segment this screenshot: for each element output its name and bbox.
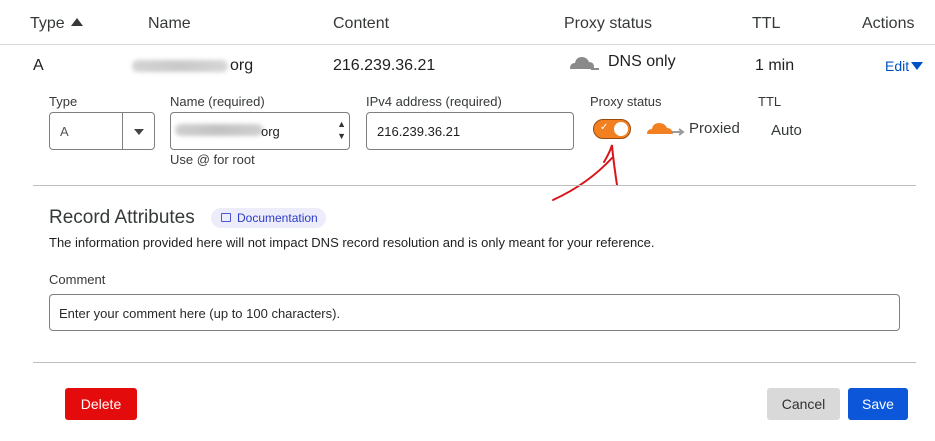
name-input[interactable]: org ▲ ▼ — [170, 112, 350, 150]
ipv4-label: IPv4 address (required) — [366, 94, 502, 109]
record-proxy-status-text: DNS only — [608, 53, 676, 70]
record-ttl: 1 min — [755, 57, 795, 74]
select-divider — [122, 113, 123, 149]
chevron-down-icon — [911, 62, 924, 70]
proxy-toggle[interactable]: ✓ — [593, 119, 631, 139]
column-header-content[interactable]: Content — [333, 15, 389, 33]
type-label: Type — [49, 94, 78, 109]
record-type: A — [33, 57, 44, 74]
record-name-suffix: org — [230, 57, 254, 74]
comment-input[interactable]: Enter your comment here (up to 100 chara… — [49, 294, 900, 331]
record-proxy-status: DNS only — [566, 52, 676, 72]
edit-button-label: Edit — [885, 58, 910, 74]
type-select-value: A — [60, 124, 69, 139]
record-attributes-description: The information provided here will not i… — [49, 235, 655, 250]
spinner-icon[interactable]: ▲ ▼ — [337, 118, 346, 142]
dropdown-arrow-icon — [134, 129, 144, 135]
name-input-value: org — [261, 124, 280, 139]
delete-button[interactable]: Delete — [65, 388, 137, 420]
proxy-status-label: Proxy status — [590, 94, 662, 109]
save-button[interactable]: Save — [848, 388, 908, 420]
record-content: 216.239.36.21 — [333, 57, 436, 74]
ipv4-input[interactable]: 216.239.36.21 — [366, 112, 574, 150]
comment-placeholder: Enter your comment here (up to 100 chara… — [59, 306, 341, 321]
toggle-knob — [614, 122, 628, 136]
column-header-actions: Actions — [862, 15, 915, 32]
documentation-link-label: Documentation — [237, 211, 318, 225]
table-row: A org 216.239.36.21 DNS only 1 min Edit — [0, 46, 935, 84]
column-header-proxy-status: Proxy status — [564, 15, 653, 32]
record-name: org — [132, 57, 253, 75]
sort-up-icon — [70, 18, 83, 26]
grey-cloud-icon — [570, 57, 599, 70]
column-header-ttl[interactable]: TTL — [752, 15, 780, 33]
check-icon: ✓ — [600, 122, 609, 133]
ipv4-input-value: 216.239.36.21 — [377, 124, 461, 139]
edit-button[interactable]: Edit — [885, 58, 924, 74]
table-header: Type Name Content Proxy status TTL Actio… — [0, 0, 935, 45]
column-header-type[interactable]: Type — [30, 15, 83, 33]
comment-label: Comment — [49, 272, 106, 287]
documentation-icon — [221, 213, 231, 222]
proxy-status-value: Proxied — [689, 120, 740, 137]
name-label: Name (required) — [170, 94, 265, 109]
ttl-value: Auto — [771, 122, 802, 139]
divider — [33, 362, 916, 363]
column-header-type-label: Type — [30, 15, 65, 32]
documentation-link[interactable]: Documentation — [211, 208, 326, 228]
ttl-label: TTL — [758, 94, 782, 109]
column-header-name[interactable]: Name — [148, 15, 191, 33]
orange-cloud-icon — [647, 123, 685, 136]
record-attributes-title: Record Attributes — [49, 207, 195, 228]
type-select[interactable]: A — [49, 112, 155, 150]
divider — [33, 185, 916, 186]
name-hint: Use @ for root — [170, 152, 255, 167]
redacted-text — [132, 59, 228, 72]
cancel-button[interactable]: Cancel — [767, 388, 840, 420]
redacted-text — [175, 124, 263, 136]
